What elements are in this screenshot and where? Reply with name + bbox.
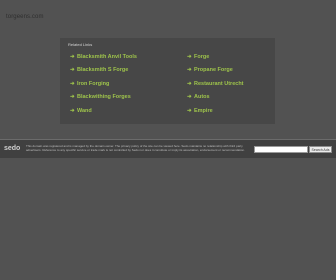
related-links-heading: Related Links <box>68 42 93 47</box>
right-arrow-icon: ➜ <box>187 54 192 60</box>
related-link-label[interactable]: Autos <box>194 94 210 101</box>
related-link-label[interactable]: Wand <box>77 108 92 115</box>
footer-bar: sedo This domain was registered and is m… <box>0 140 336 158</box>
right-arrow-icon: ➜ <box>70 81 75 87</box>
related-link-blacksmith-anvil-tools[interactable]: ➜ Blacksmith Anvil Tools <box>70 54 137 61</box>
related-link-label[interactable]: Forge <box>194 54 209 61</box>
right-arrow-icon: ➜ <box>187 81 192 87</box>
related-link-label[interactable]: Iron Forging <box>77 81 109 88</box>
right-arrow-icon: ➜ <box>187 67 192 73</box>
related-link-blacksmith-s-forge[interactable]: ➜ Blacksmith S Forge <box>70 67 128 74</box>
domain-title: torgeens.com <box>6 14 44 20</box>
right-arrow-icon: ➜ <box>70 108 75 114</box>
related-link-empire[interactable]: ➜ Empire <box>187 108 213 115</box>
footer-disclaimer-text: This domain was registered and is manage… <box>26 144 245 152</box>
related-link-autos[interactable]: ➜ Autos <box>187 94 210 101</box>
related-link-label[interactable]: Empire <box>194 108 213 115</box>
right-arrow-icon: ➜ <box>70 67 75 73</box>
related-link-forge[interactable]: ➜ Forge <box>187 54 209 61</box>
related-link-propane-forge[interactable]: ➜ Propane Forge <box>187 67 233 74</box>
related-link-label[interactable]: Blacksmith S Forge <box>77 67 128 74</box>
search-ads-button[interactable]: Search Ads <box>309 146 332 153</box>
related-link-restaurant-utrecht[interactable]: ➜ Restaurant Utrecht <box>187 81 244 88</box>
related-links-panel: Related Links ➜ Blacksmith Anvil Tools ➜… <box>60 38 275 124</box>
right-arrow-icon: ➜ <box>70 54 75 60</box>
related-link-label[interactable]: Blacksmith Anvil Tools <box>77 54 137 61</box>
related-link-label[interactable]: Blackwithing Forges <box>77 94 131 101</box>
right-arrow-icon: ➜ <box>70 94 75 100</box>
right-arrow-icon: ➜ <box>187 108 192 114</box>
right-arrow-icon: ➜ <box>187 94 192 100</box>
related-link-label[interactable]: Restaurant Utrecht <box>194 81 244 88</box>
related-link-label[interactable]: Propane Forge <box>194 67 233 74</box>
search-input[interactable] <box>254 146 308 153</box>
related-link-blackwithing-forges[interactable]: ➜ Blackwithing Forges <box>70 94 131 101</box>
related-link-wand[interactable]: ➜ Wand <box>70 108 92 115</box>
related-link-iron-forging[interactable]: ➜ Iron Forging <box>70 81 109 88</box>
sedo-logo[interactable]: sedo <box>4 145 20 152</box>
